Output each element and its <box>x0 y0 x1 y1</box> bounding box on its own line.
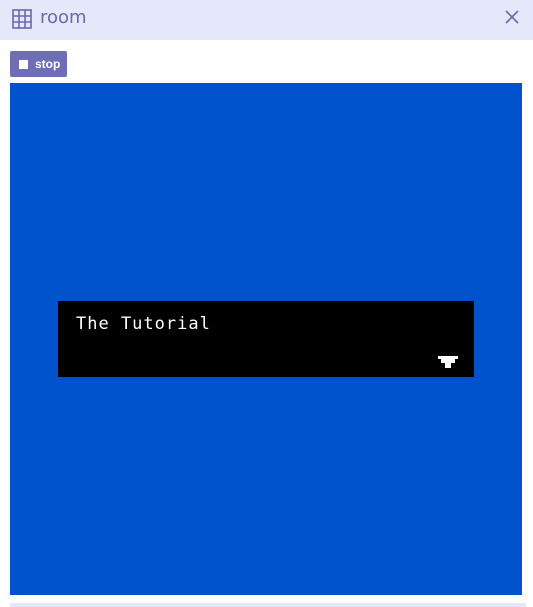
stop-button[interactable]: stop <box>10 51 67 77</box>
down-arrow-icon <box>438 356 458 368</box>
window-titlebar: room <box>0 0 533 40</box>
dialog-box: The Tutorial <box>58 301 474 377</box>
game-canvas[interactable]: The Tutorial <box>10 83 522 595</box>
grid-icon <box>12 9 32 29</box>
panel-bottom-edge <box>10 603 526 607</box>
close-icon[interactable] <box>503 8 521 26</box>
dialog-text: The Tutorial <box>76 314 211 334</box>
stop-button-label: stop <box>35 57 61 71</box>
stop-square-icon <box>19 59 28 69</box>
window-title: room <box>40 7 87 28</box>
